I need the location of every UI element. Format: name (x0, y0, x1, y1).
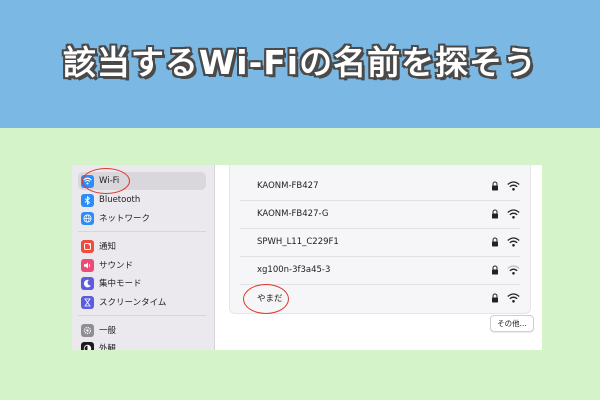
highlight-circle-network (243, 284, 289, 314)
row-divider (240, 200, 520, 201)
sidebar-item-screen-time[interactable]: スクリーンタイム (78, 293, 206, 311)
sidebar-item-label: 一般 (99, 326, 117, 336)
wifi-signal-icon (507, 181, 520, 191)
moon-icon (81, 276, 94, 290)
network-row[interactable]: KAONM-FB427-G (230, 200, 530, 228)
row-divider (240, 284, 520, 285)
sidebar-item-label: 外観 (99, 344, 117, 350)
network-name: xg100n-3f3a45-3 (257, 265, 331, 275)
appearance-icon (81, 341, 94, 350)
network-row[interactable]: SPWH_L11_C229F1 (230, 228, 530, 256)
bell-icon (81, 239, 94, 253)
sidebar-item-bluetooth[interactable]: Bluetooth (78, 191, 206, 209)
other-networks-button[interactable]: その他... (490, 315, 534, 332)
sidebar-item-label: 集中モード (99, 279, 142, 289)
wifi-signal-icon (507, 237, 520, 247)
speaker-icon (81, 258, 94, 272)
network-name: KAONM-FB427-G (257, 209, 329, 219)
network-name: SPWH_L11_C229F1 (257, 237, 339, 247)
sidebar-item-label: 通知 (99, 242, 117, 252)
lock-icon (492, 293, 498, 303)
wifi-signal-icon (507, 209, 520, 219)
wifi-content-pane: KAONM-FB427 KAONM-FB427-G SPWH_L11_C229F… (215, 165, 542, 350)
lock-icon (492, 209, 498, 219)
wifi-signal-icon (507, 293, 520, 303)
bluetooth-icon (81, 193, 94, 207)
sidebar-item-general[interactable]: 一般 (78, 321, 206, 339)
sidebar-item-focus[interactable]: 集中モード (78, 274, 206, 292)
lock-icon (492, 265, 498, 275)
sidebar-item-sound[interactable]: サウンド (78, 256, 206, 274)
banner-title: 該当するWi-Fiの名前を探そう (62, 43, 538, 82)
sidebar-divider (78, 231, 206, 232)
sidebar-item-label: Bluetooth (99, 195, 141, 205)
sidebar-item-label: スクリーンタイム (99, 298, 167, 308)
globe-icon (81, 211, 94, 225)
sidebar-item-label: ネットワーク (99, 214, 151, 224)
sidebar-item-notifications[interactable]: 通知 (78, 237, 206, 255)
network-row[interactable]: xg100n-3f3a45-3 (230, 256, 530, 284)
sidebar-item-appearance[interactable]: 外観 (78, 339, 206, 350)
wifi-signal-weak-icon (507, 265, 520, 275)
lock-icon (492, 237, 498, 247)
gear-icon (81, 323, 94, 337)
network-name: KAONM-FB427 (257, 181, 319, 191)
settings-sidebar: Wi-Fi Bluetooth ネットワーク 通知 サウンド 集中モード スクリ… (72, 165, 215, 350)
lock-icon (492, 181, 498, 191)
settings-screenshot: Wi-Fi Bluetooth ネットワーク 通知 サウンド 集中モード スクリ… (72, 165, 542, 350)
title-banner: 該当するWi-Fiの名前を探そう (0, 0, 600, 128)
row-divider (240, 256, 520, 257)
row-divider (240, 228, 520, 229)
highlight-circle-wifi (82, 168, 130, 194)
sidebar-item-network[interactable]: ネットワーク (78, 209, 206, 227)
sidebar-item-label: サウンド (99, 261, 134, 271)
hourglass-icon (81, 295, 94, 309)
sidebar-divider (78, 315, 206, 316)
network-row[interactable]: KAONM-FB427 (230, 172, 530, 200)
